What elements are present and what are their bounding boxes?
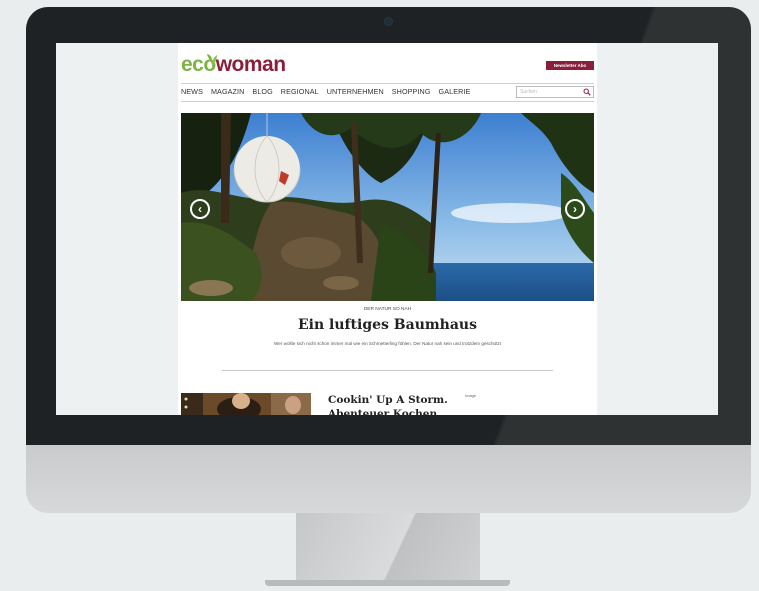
article-tag: Image bbox=[465, 393, 477, 398]
hero-teaser: Wer wollte sich nicht schon immer mal wi… bbox=[274, 341, 501, 346]
webpage: ecowoman Newsletter Abo NEWS MAGAZIN BLO… bbox=[178, 43, 597, 415]
nav-divider-bottom bbox=[181, 101, 594, 102]
article-title-line1: Cookin' Up A Storm. bbox=[328, 394, 448, 406]
chevron-right-icon: › bbox=[573, 202, 577, 216]
nav-item-blog[interactable]: BLOG bbox=[252, 87, 272, 97]
nav-divider-top bbox=[181, 83, 594, 84]
search-input[interactable]: Suchen bbox=[516, 86, 594, 98]
monitor-screen: ecowoman Newsletter Abo NEWS MAGAZIN BLO… bbox=[56, 43, 718, 415]
search-placeholder: Suchen bbox=[520, 89, 537, 95]
chevron-left-icon: ‹ bbox=[198, 202, 202, 216]
leaf-icon bbox=[207, 54, 217, 66]
webcam-icon bbox=[385, 18, 392, 25]
treehouse-photo bbox=[181, 113, 594, 301]
nav-item-shopping[interactable]: SHOPPING bbox=[392, 87, 431, 97]
hero-image[interactable]: ‹ › bbox=[181, 113, 594, 301]
nav-item-regional[interactable]: REGIONAL bbox=[281, 87, 319, 97]
logo-woman-text: woman bbox=[215, 53, 286, 76]
search-icon[interactable] bbox=[583, 88, 591, 96]
nav-item-magazin[interactable]: MAGAZIN bbox=[211, 87, 244, 97]
site-logo[interactable]: ecowoman bbox=[181, 53, 286, 77]
nav-item-galerie[interactable]: GALERIE bbox=[439, 87, 471, 97]
monitor-stand-base bbox=[265, 580, 510, 586]
carousel-next-button[interactable]: › bbox=[565, 199, 585, 219]
article-title-line2: Abenteuer Kochen bbox=[328, 408, 438, 415]
article-thumbnail[interactable] bbox=[181, 393, 311, 415]
cooking-photo bbox=[181, 393, 311, 415]
carousel-prev-button[interactable]: ‹ bbox=[190, 199, 210, 219]
article-title[interactable]: Cookin' Up A Storm. Abenteuer Kochen bbox=[328, 393, 468, 415]
hero-headline[interactable]: Ein luftiges Baumhaus bbox=[178, 317, 597, 333]
nav-item-news[interactable]: NEWS bbox=[181, 87, 203, 97]
newsletter-button[interactable]: Newsletter Abo bbox=[546, 61, 594, 70]
content-divider bbox=[222, 370, 553, 371]
nav-item-unternehmen[interactable]: UNTERNEHMEN bbox=[327, 87, 384, 97]
main-nav: NEWS MAGAZIN BLOG REGIONAL UNTERNEHMEN S… bbox=[181, 87, 470, 97]
hero-kicker: DER NATUR SO NAH bbox=[363, 307, 412, 312]
monitor-chin bbox=[26, 445, 751, 513]
monitor-stand bbox=[296, 513, 480, 581]
